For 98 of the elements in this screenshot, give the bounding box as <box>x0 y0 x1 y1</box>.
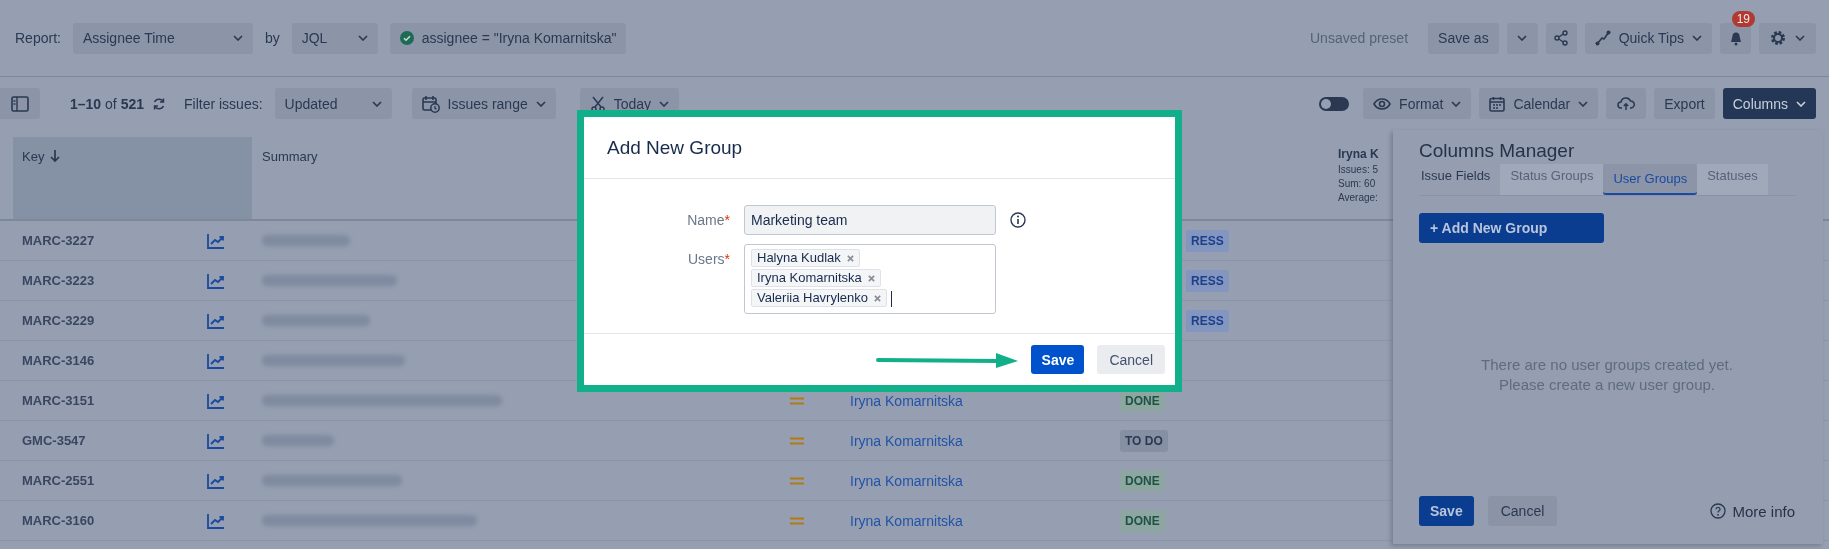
assignee-link[interactable]: Iryna Komarnitska <box>850 392 963 409</box>
issue-key: MARC-3227 <box>22 233 207 248</box>
info-icon[interactable] <box>1010 212 1026 228</box>
issue-count: 1–10 of 521 <box>70 95 144 112</box>
chart-icon[interactable] <box>207 472 225 489</box>
upload-button[interactable] <box>1606 88 1647 119</box>
preset-status: Unsaved preset <box>1310 30 1409 46</box>
caret-icon <box>371 100 382 107</box>
issue-key: MARC-2551 <box>22 473 207 488</box>
columns-button[interactable]: Columns <box>1722 88 1816 119</box>
more-info-link[interactable]: More info <box>1710 502 1795 520</box>
check-circle-icon <box>399 31 414 45</box>
assignee-link[interactable]: Iryna Komarnitska <box>850 472 963 489</box>
close-icon[interactable] <box>867 274 875 282</box>
issues-range-button[interactable]: Issues range <box>411 88 556 119</box>
panel-tab[interactable]: Issue Fields <box>1419 164 1501 195</box>
chart-icon[interactable] <box>207 352 225 369</box>
settings-icon <box>1769 29 1787 47</box>
chart-icon[interactable] <box>207 432 225 449</box>
dialog-title: Add New Group <box>607 136 743 159</box>
calendar-clock-icon <box>421 94 440 113</box>
save-button[interactable]: Save <box>1031 345 1085 374</box>
route-icon <box>1594 30 1611 46</box>
status-lozenge: RESS <box>1186 269 1229 292</box>
caret-icon <box>1692 35 1702 41</box>
assignee-link[interactable]: Iryna Komarnitska <box>850 512 963 529</box>
by-select[interactable]: JQL <box>291 22 378 54</box>
users-input-field[interactable]: Halyna Kudlak Iryna Komarnitska Valeriia Havrylenko <box>744 244 996 314</box>
calendar-icon <box>1489 95 1506 112</box>
close-icon[interactable] <box>874 294 882 302</box>
caret-icon <box>1796 100 1806 107</box>
issue-key: MARC-3146 <box>22 353 207 368</box>
assignee-link[interactable]: Iryna Komarnitska <box>850 432 963 449</box>
text-cursor <box>891 291 893 307</box>
status-lozenge: DONE <box>1120 509 1165 532</box>
key-column-header[interactable]: Key <box>13 137 252 219</box>
caret-icon <box>1578 100 1589 107</box>
caret-icon <box>232 35 243 41</box>
chart-icon[interactable] <box>207 312 225 329</box>
report-select[interactable]: Assignee Time <box>72 22 253 54</box>
caret-icon <box>1795 35 1805 41</box>
caret-icon <box>1517 35 1528 41</box>
filter-label: Filter issues: <box>184 95 263 112</box>
chart-icon[interactable] <box>207 272 225 289</box>
issue-key: MARC-3151 <box>22 393 207 408</box>
user-tag[interactable]: Valeriia Havrylenko <box>751 289 888 307</box>
caret-icon <box>357 35 368 41</box>
issue-key: MARC-3229 <box>22 313 207 328</box>
user-column-header: Iryna K <box>1338 147 1379 161</box>
user-tag[interactable]: Halyna Kudlak <box>751 249 860 267</box>
caret-icon <box>659 100 670 107</box>
user-stat: Average: <box>1338 192 1379 203</box>
save-button[interactable]: Save <box>1419 496 1474 526</box>
name-input-field[interactable]: Marketing team <box>744 205 996 235</box>
issue-key: GMC-3547 <box>22 433 207 448</box>
status-lozenge: TO DO <box>1120 429 1168 452</box>
format-button[interactable]: Format <box>1363 88 1472 119</box>
cloud-upload-icon <box>1617 94 1636 113</box>
issue-key: MARC-3160 <box>22 513 207 528</box>
caret-icon <box>1451 100 1462 107</box>
user-tag[interactable]: Iryna Komarnitska <box>751 269 881 287</box>
by-label: by <box>264 30 280 46</box>
cancel-button[interactable]: Cancel <box>1097 345 1165 374</box>
quick-tips-button[interactable]: Quick Tips <box>1584 22 1712 54</box>
add-group-button[interactable]: + Add New Group <box>1419 213 1604 243</box>
status-lozenge: DONE <box>1120 469 1165 492</box>
share-icon <box>1553 30 1570 46</box>
caret-icon <box>535 100 546 107</box>
sidebar-icon <box>11 94 29 113</box>
export-button[interactable]: Export <box>1654 88 1715 119</box>
notification-count: 19 <box>1731 10 1755 27</box>
view-toggle[interactable] <box>1319 96 1350 111</box>
share-button[interactable] <box>1545 22 1577 54</box>
user-stat: Issues: 5 <box>1338 164 1379 175</box>
save-as-button[interactable]: Save as <box>1428 22 1499 54</box>
status-lozenge: RESS <box>1186 309 1229 332</box>
chart-icon[interactable] <box>207 392 225 409</box>
settings-button[interactable] <box>1759 22 1816 54</box>
user-stat: Sum: 60 <box>1338 178 1377 189</box>
calendar-button[interactable]: Calendar <box>1479 88 1599 119</box>
refresh-icon[interactable] <box>152 96 166 111</box>
field-label: Name* <box>686 211 730 230</box>
sidebar-toggle-button[interactable] <box>0 88 40 119</box>
help-icon <box>1710 503 1727 519</box>
report-label: Report: <box>15 30 61 46</box>
close-icon[interactable] <box>846 254 854 262</box>
panel-title: Columns Manager <box>1419 140 1576 162</box>
issue-key: MARC-3223 <box>22 273 207 288</box>
filter-select[interactable]: Updated <box>274 88 392 119</box>
chart-icon[interactable] <box>207 512 225 529</box>
chart-icon[interactable] <box>207 232 225 249</box>
panel-tab[interactable]: User Groups <box>1603 164 1698 195</box>
status-lozenge: RESS <box>1186 229 1229 252</box>
notifications-button[interactable] <box>1720 22 1751 54</box>
field-label: Users* <box>687 250 730 269</box>
more-button[interactable] <box>1506 22 1538 54</box>
query-field[interactable]: assignee = "Iryna Komarnitska" <box>389 22 627 54</box>
cancel-button[interactable]: Cancel <box>1487 496 1558 526</box>
